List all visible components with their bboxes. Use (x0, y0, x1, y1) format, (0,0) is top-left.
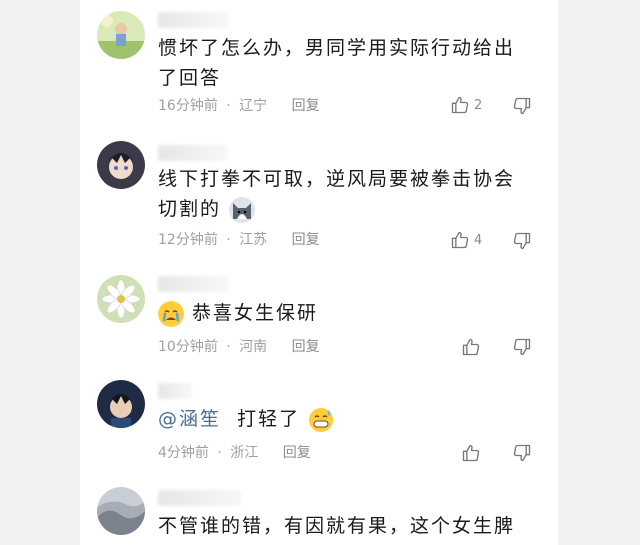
dislike-button[interactable] (512, 337, 532, 361)
thumbs-up-icon (462, 338, 480, 356)
reply-button[interactable]: 回复 (283, 443, 311, 463)
meta-separator: · (226, 339, 231, 355)
avatar[interactable] (97, 275, 145, 323)
husky-emoji-icon (229, 196, 256, 223)
comment-text: 不管谁的错，有因就有果，这个女生脾气 (158, 515, 516, 537)
comment-location: 江苏 (239, 232, 268, 248)
comment-text: @涵笙 打轻了 (158, 404, 528, 434)
avatar[interactable] (97, 11, 145, 59)
comment-text: 线下打拳不可取，逆风局要被拳击协会切割的 (158, 164, 528, 224)
comment-time: 4分钟前 (158, 445, 209, 461)
thumbs-up-icon (462, 444, 480, 462)
grin-sweat-emoji-icon (308, 407, 334, 433)
comment-text: 恭喜女生保研 (158, 298, 528, 328)
reply-button[interactable]: 回复 (292, 96, 320, 116)
crying-emoji-icon (158, 300, 184, 327)
like-button[interactable] (461, 337, 481, 357)
comment-list: 惯坏了怎么办，男同学用实际行动给出了回答 16分钟前 · 辽宁 回复 2 线下打… (80, 0, 558, 545)
like-button[interactable]: 2 (450, 95, 482, 115)
comment-meta: 10分钟前 · 河南 回复 (158, 337, 320, 357)
reply-button[interactable]: 回复 (292, 337, 320, 357)
username-blurred (158, 12, 228, 28)
comment-meta: 12分钟前 · 江苏 回复 (158, 230, 320, 250)
dislike-button[interactable] (512, 443, 532, 467)
thumbs-down-icon (513, 444, 531, 462)
comment-time: 16分钟前 (158, 98, 218, 114)
comment-time: 10分钟前 (158, 339, 218, 355)
thumbs-up-icon (451, 231, 469, 249)
thumbs-down-icon (513, 97, 531, 115)
avatar[interactable] (97, 141, 145, 189)
dislike-button[interactable] (512, 231, 532, 255)
comment-location: 辽宁 (239, 98, 268, 114)
username-blurred (158, 383, 192, 399)
comment-meta: 16分钟前 · 辽宁 回复 (158, 96, 320, 116)
meta-separator: · (226, 232, 231, 248)
thumbs-down-icon (513, 232, 531, 250)
like-count: 2 (474, 97, 483, 113)
like-button[interactable] (461, 443, 481, 463)
reply-button[interactable]: 回复 (292, 230, 320, 250)
username-blurred (158, 145, 228, 161)
like-count: 4 (474, 232, 483, 248)
comment-time: 12分钟前 (158, 232, 218, 248)
comment-location: 浙江 (230, 445, 259, 461)
comment-text: 惯坏了怎么办，男同学用实际行动给出了回答 (158, 37, 516, 89)
dislike-button[interactable] (512, 96, 532, 120)
avatar[interactable] (97, 487, 145, 535)
mention-link[interactable]: @涵笙 (158, 408, 221, 430)
like-button[interactable]: 4 (450, 230, 482, 250)
username-blurred (158, 490, 242, 506)
meta-separator: · (226, 98, 231, 114)
avatar[interactable] (97, 380, 145, 428)
meta-separator: · (217, 445, 222, 461)
thumbs-down-icon (513, 338, 531, 356)
comment-meta: 4分钟前 · 浙江 回复 (158, 443, 311, 463)
thumbs-up-icon (451, 96, 469, 114)
comment-location: 河南 (239, 339, 268, 355)
username-blurred (158, 276, 228, 292)
